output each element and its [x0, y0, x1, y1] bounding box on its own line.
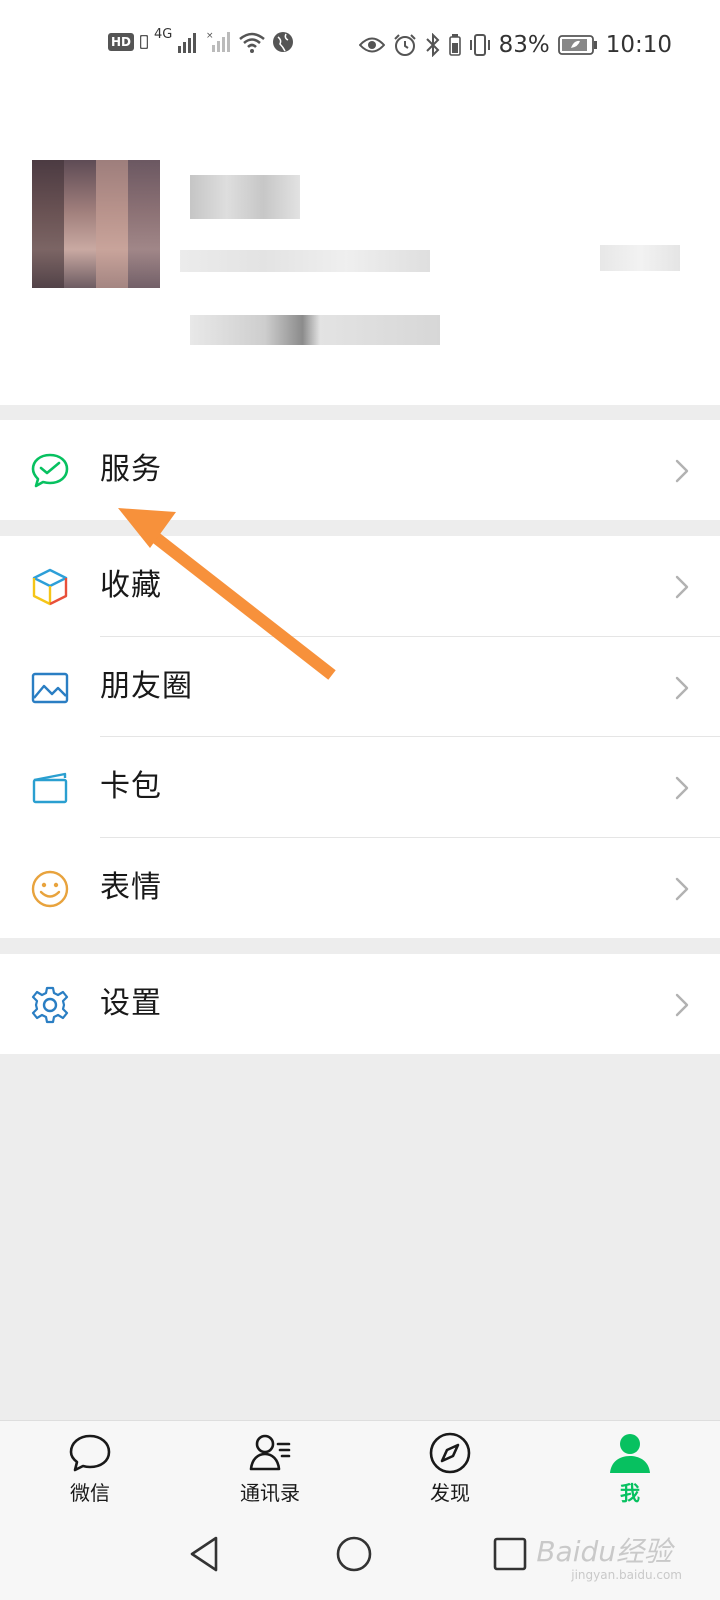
menu-item-settings[interactable]: 设置: [0, 954, 720, 1054]
menu-label-moments: 朋友圈: [100, 668, 193, 704]
menu-item-service[interactable]: 服务: [0, 420, 720, 520]
bluetooth-icon: [425, 33, 441, 57]
bottom-tab-bar: 微信 通讯录 发现 我: [0, 1420, 720, 1512]
gear-icon: [30, 985, 70, 1025]
status-bar-left: HD 4G ×: [108, 27, 294, 54]
menu-label-favorites: 收藏: [100, 568, 162, 603]
menu-item-cards[interactable]: 卡包: [0, 737, 720, 838]
menu-item-moments[interactable]: 朋友圈: [0, 637, 720, 737]
contacts-icon: [248, 1431, 292, 1475]
menu-item-stickers[interactable]: 表情: [0, 838, 720, 939]
globe-icon: [272, 31, 294, 53]
status-bar: HD 4G × 83% 10:10: [0, 0, 720, 90]
chevron-right-icon: [674, 675, 690, 701]
tab-discover[interactable]: 发现: [390, 1421, 510, 1513]
tab-me[interactable]: 我: [570, 1421, 690, 1513]
nickname-redacted: [190, 175, 300, 219]
menu-group-settings: 设置: [0, 954, 720, 1054]
menu-label-service: 服务: [100, 452, 162, 487]
menu-group-main: 收藏 朋友圈 卡包 表情: [0, 536, 720, 938]
status-redacted[interactable]: [190, 315, 440, 345]
menu-label-stickers: 表情: [100, 869, 162, 905]
service-icon: [30, 451, 70, 491]
wechat-id-redacted: [180, 250, 430, 272]
tab-label-chats: 微信: [70, 1481, 110, 1505]
svg-text:×: ×: [206, 31, 214, 41]
tab-contacts[interactable]: 通讯录: [210, 1421, 330, 1513]
tab-label-me: 我: [620, 1481, 640, 1505]
home-circle-icon[interactable]: [334, 1534, 374, 1574]
chevron-right-icon: [674, 458, 690, 484]
signal-no-service-icon: ×: [206, 30, 232, 54]
qr-code-redacted[interactable]: [600, 245, 680, 271]
network-type: 4G: [154, 27, 173, 42]
vibrate-icon: [469, 33, 491, 57]
menu-item-favorites[interactable]: 收藏: [0, 536, 720, 637]
battery-saver-icon: [448, 34, 461, 56]
chevron-right-icon: [674, 876, 690, 902]
avatar[interactable]: [32, 160, 160, 288]
smiley-face-icon: [30, 869, 70, 909]
hd-badge: HD: [108, 33, 135, 51]
sim-icon: [140, 35, 149, 49]
chevron-right-icon: [674, 574, 690, 600]
clock: 10:10: [605, 32, 672, 58]
wifi-icon: [238, 31, 266, 53]
eye-icon: [358, 36, 385, 54]
menu-label-cards: 卡包: [100, 769, 162, 804]
battery-icon: [557, 35, 598, 55]
chevron-right-icon: [674, 775, 690, 801]
profile-header[interactable]: [0, 90, 720, 405]
menu-group-service: 服务: [0, 420, 720, 520]
signal-icon: [178, 31, 200, 53]
person-icon: [608, 1431, 652, 1475]
alarm-icon: [393, 33, 417, 57]
recents-square-icon[interactable]: [490, 1534, 530, 1574]
tab-label-discover: 发现: [430, 1481, 470, 1505]
tab-chats[interactable]: 微信: [30, 1421, 150, 1513]
watermark: Baidu经验: [536, 1535, 672, 1568]
favorites-cube-icon: [30, 567, 70, 607]
chat-bubble-icon: [68, 1431, 112, 1475]
menu-label-settings: 设置: [100, 986, 162, 1021]
tab-label-contacts: 通讯录: [240, 1481, 300, 1505]
battery-percent: 83%: [498, 32, 550, 58]
moments-image-icon: [30, 668, 70, 708]
back-triangle-icon[interactable]: [186, 1534, 226, 1574]
card-wallet-icon: [30, 768, 70, 808]
watermark-url: jingyan.baidu.com: [571, 1568, 682, 1582]
compass-icon: [428, 1431, 472, 1475]
status-bar-right: 83% 10:10: [358, 30, 672, 60]
chevron-right-icon: [674, 992, 690, 1018]
